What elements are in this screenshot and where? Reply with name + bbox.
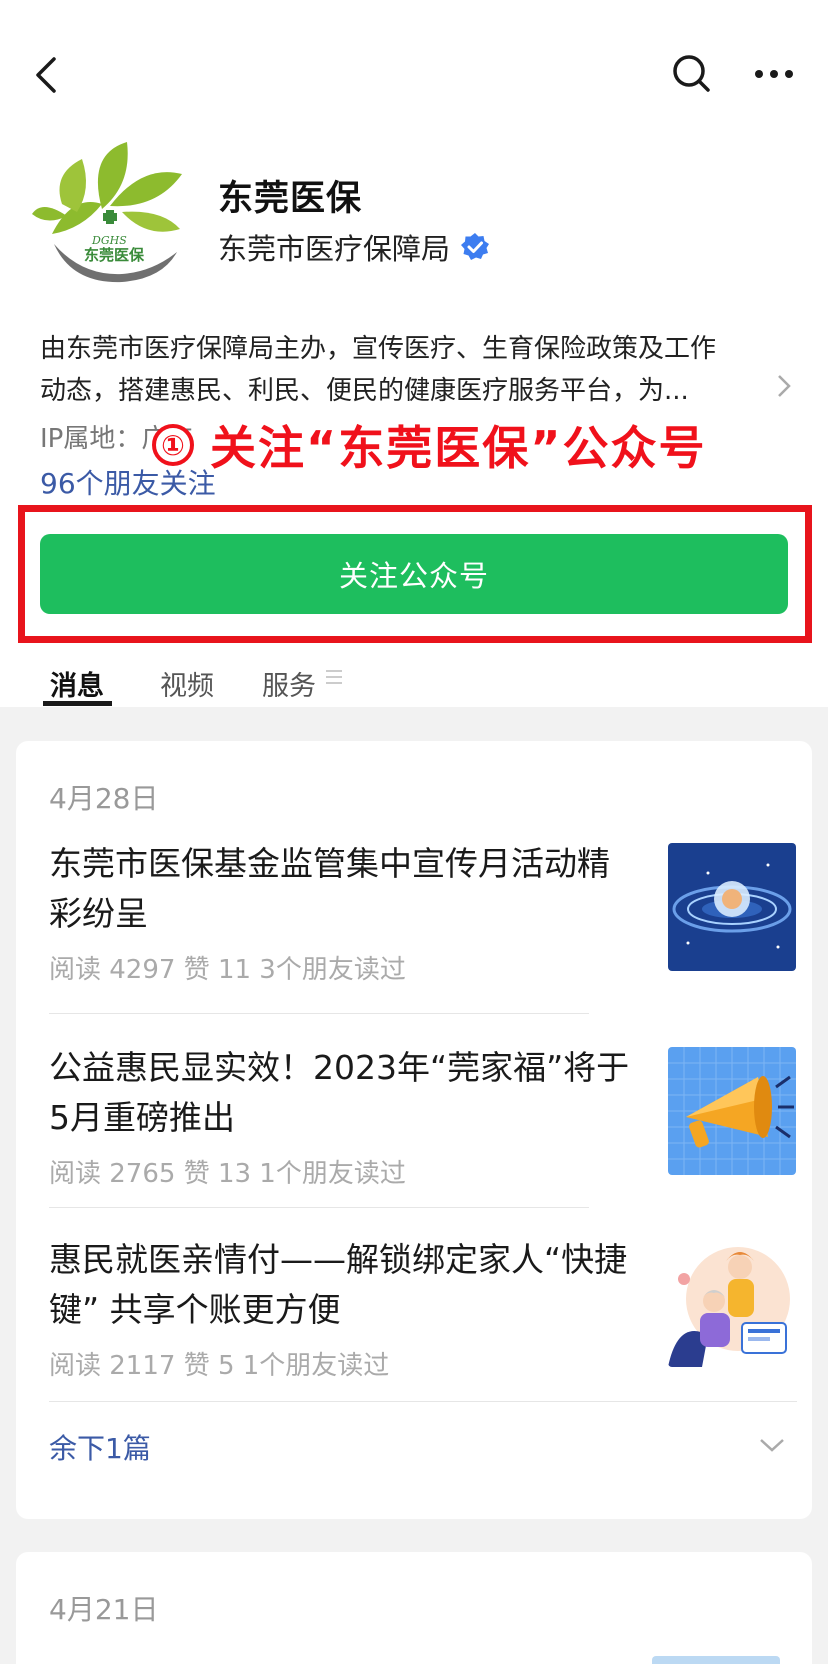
tab-services[interactable]: 服务	[262, 664, 316, 703]
show-more-row[interactable]: 余下1篇	[49, 1427, 797, 1467]
account-logo: DGHS 东莞医保	[32, 134, 188, 284]
article-item[interactable]: 公益惠民显实效！2023年“莞家福”将于5月重磅推出 阅读 2765 赞 13 …	[49, 1043, 797, 1189]
chevron-right-icon	[776, 370, 792, 412]
annotation-text: 关注“东莞医保”公众号	[210, 421, 707, 475]
account-name: 东莞医保	[218, 179, 363, 219]
megaphone-thumbnail	[668, 1047, 796, 1175]
article-divider	[49, 1401, 797, 1402]
galaxy-thumbnail	[668, 843, 796, 971]
show-more-text: 余下1篇	[49, 1432, 151, 1465]
follow-button[interactable]: 关注公众号	[40, 534, 788, 614]
menu-icon[interactable]	[323, 666, 345, 688]
article-title: 东莞市医保基金监管集中宣传月活动精彩纷呈	[49, 844, 610, 933]
message-group-card: 4月28日 东莞市医保基金监管集中宣传月活动精彩纷呈 阅读 4297 赞 11 …	[16, 741, 812, 1519]
article-meta: 阅读 2765 赞 13 1个朋友读过	[49, 1159, 406, 1189]
account-org: 东莞市医疗保障局	[218, 232, 451, 266]
content-tabs: 消息 视频 服务	[0, 656, 828, 707]
message-group-card: 4月21日	[16, 1552, 812, 1664]
article-meta: 阅读 4297 赞 11 3个朋友读过	[49, 955, 406, 985]
article-item[interactable]: 惠民就医亲情付——解锁绑定家人“快捷键” 共享个账更方便 阅读 2117 赞 5…	[49, 1235, 797, 1381]
family-thumbnail	[668, 1239, 796, 1367]
active-tab-indicator	[43, 701, 112, 706]
article-divider	[49, 1013, 589, 1014]
account-org-row[interactable]: 东莞市医疗保障局	[218, 226, 490, 268]
account-header: DGHS 东莞医保 东莞医保 东莞市医疗保障局 由东莞市医疗保障局主办，宣传医疗…	[0, 0, 828, 707]
more-options-icon[interactable]	[752, 52, 796, 96]
article-divider	[49, 1207, 589, 1208]
description-line-2: 动态，搭建惠民、利民、便民的健康医疗服务平台，为...	[40, 376, 689, 406]
article-item[interactable]: 东莞市医保基金监管集中宣传月活动精彩纷呈 阅读 4297 赞 11 3个朋友读过	[49, 839, 797, 985]
tab-videos[interactable]: 视频	[160, 664, 214, 703]
back-icon[interactable]	[26, 50, 66, 100]
group-date: 4月28日	[49, 782, 159, 815]
annotation-number: ①	[152, 424, 194, 466]
instruction-annotation: ① 关注“东莞医保”公众号	[152, 412, 706, 478]
search-icon[interactable]	[670, 52, 714, 96]
article-thumbnail-partial[interactable]	[652, 1656, 780, 1664]
article-title: 公益惠民显实效！2023年“莞家福”将于5月重磅推出	[49, 1048, 630, 1137]
tab-messages[interactable]: 消息	[50, 664, 104, 703]
article-title: 惠民就医亲情付——解锁绑定家人“快捷键” 共享个账更方便	[49, 1240, 628, 1329]
verified-badge-icon	[461, 233, 490, 260]
account-description[interactable]: 由东莞市医疗保障局主办，宣传医疗、生育保险政策及工作 动态，搭建惠民、利民、便民…	[40, 328, 792, 412]
article-meta: 阅读 2117 赞 5 1个朋友读过	[49, 1351, 390, 1381]
group-date: 4月21日	[49, 1593, 159, 1626]
logo-cn-text: 东莞医保	[84, 246, 145, 264]
chevron-down-icon	[760, 1439, 784, 1452]
description-line-1: 由东莞市医疗保障局主办，宣传医疗、生育保险政策及工作	[40, 334, 717, 364]
